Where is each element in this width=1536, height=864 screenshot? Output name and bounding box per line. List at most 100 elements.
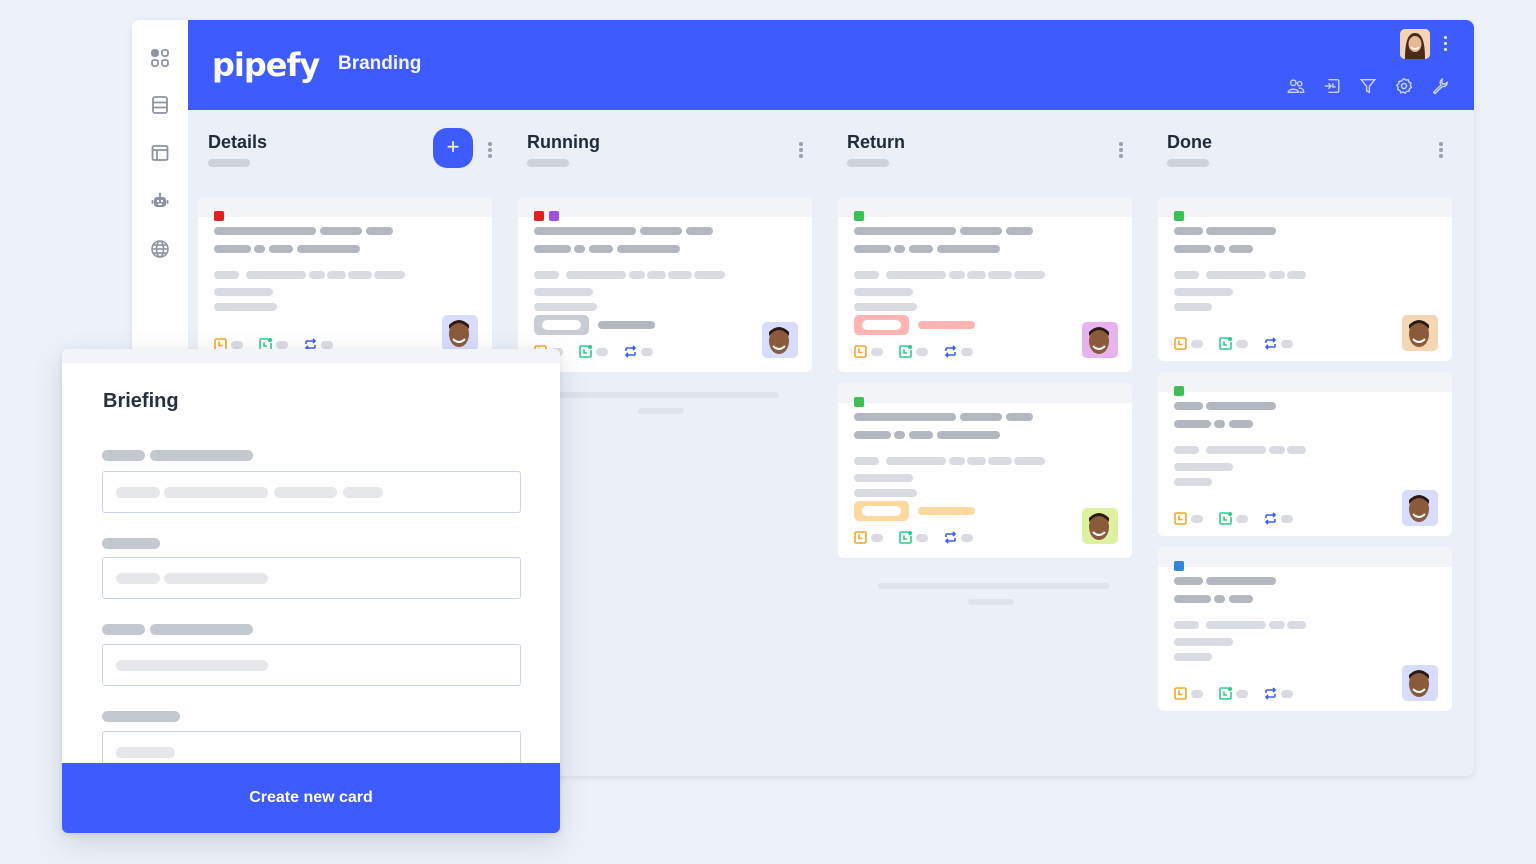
filter-icon[interactable] (1358, 76, 1378, 96)
repeat-icon (944, 345, 957, 358)
card-field-placeholder (254, 245, 265, 253)
card-tag-text-placeholder (918, 507, 975, 515)
assignee-avatar[interactable] (442, 315, 478, 351)
pipe-card[interactable] (198, 197, 492, 372)
card-field-placeholder (214, 303, 277, 311)
assignee-avatar[interactable] (1402, 315, 1438, 351)
card-field-placeholder (686, 227, 713, 235)
create-new-card-button[interactable]: Create new card (62, 763, 560, 833)
repeat-icon (1264, 512, 1277, 525)
card-label-tag (854, 397, 864, 407)
card-tag-text-placeholder (598, 321, 655, 329)
form-field-input[interactable] (102, 644, 521, 686)
robot-icon[interactable] (148, 189, 172, 213)
card-indicators (854, 345, 985, 358)
card-field-placeholder (309, 271, 325, 279)
phase-card-count-placeholder (1167, 159, 1209, 167)
card-field-placeholder (1206, 227, 1276, 235)
header-toolbar (1286, 76, 1450, 96)
add-card-button[interactable]: + (433, 128, 473, 168)
card-field-placeholder (246, 271, 306, 279)
card-field-placeholder (534, 288, 593, 296)
card-indicators (1174, 687, 1305, 700)
card-field-placeholder (1206, 402, 1276, 410)
phase-menu-kebab-icon[interactable] (799, 142, 803, 158)
card-field-placeholder (988, 457, 1012, 465)
phase-menu-kebab-icon[interactable] (488, 142, 492, 158)
card-field-placeholder (1174, 420, 1211, 428)
card-label-tag (549, 211, 559, 221)
card-field-placeholder (668, 271, 692, 279)
card-field-placeholder (1206, 577, 1276, 585)
card-field-placeholder (1206, 446, 1266, 454)
card-field-placeholder (1174, 227, 1203, 235)
import-history-icon[interactable] (1322, 76, 1342, 96)
phase-menu-kebab-icon[interactable] (1439, 142, 1443, 158)
settings-gear-icon[interactable] (1394, 76, 1414, 96)
card-field-placeholder (909, 431, 933, 439)
assignee-avatar[interactable] (762, 322, 798, 358)
form-field-input[interactable] (102, 557, 521, 599)
assignee-avatar[interactable] (1402, 490, 1438, 526)
card-field-placeholder (589, 245, 613, 253)
wrench-icon[interactable] (1430, 76, 1450, 96)
due-date-icon (1174, 337, 1187, 350)
card-field-placeholder (574, 245, 585, 253)
assignee-avatar[interactable] (1082, 322, 1118, 358)
card-field-placeholder (1174, 577, 1203, 585)
card-label-tag (1174, 211, 1184, 221)
pipe-card[interactable] (1158, 197, 1452, 361)
card-field-placeholder (949, 457, 965, 465)
card-field-placeholder (348, 271, 372, 279)
assignee-avatar[interactable] (1082, 508, 1118, 544)
user-avatar[interactable] (1400, 29, 1430, 59)
phase-menu-kebab-icon[interactable] (1119, 142, 1123, 158)
pipe-card[interactable] (518, 197, 812, 372)
card-field-placeholder (1229, 245, 1253, 253)
card-field-placeholder (566, 271, 626, 279)
card-label-tag (1174, 561, 1184, 571)
card-field-placeholder (1174, 463, 1233, 471)
card-field-placeholder (937, 245, 1000, 253)
column-end-placeholder (638, 408, 684, 414)
card-indicators (1174, 337, 1305, 350)
pipe-card[interactable] (1158, 547, 1452, 711)
card-field-placeholder (1174, 303, 1212, 311)
card-field-placeholder (617, 245, 680, 253)
field-label-placeholder (150, 450, 253, 461)
time-in-phase-icon (1219, 337, 1232, 350)
card-field-placeholder (967, 271, 986, 279)
apps-grid-icon[interactable] (148, 46, 172, 70)
form-field-input[interactable] (102, 471, 521, 513)
field-label-placeholder (102, 624, 145, 635)
due-date-icon (1174, 512, 1187, 525)
database-icon[interactable] (148, 93, 172, 117)
card-field-placeholder (967, 457, 986, 465)
phase-title: Running (527, 132, 600, 152)
card-field-placeholder (1174, 288, 1233, 296)
pipe-header: pipefy Branding (188, 20, 1474, 110)
card-field-placeholder (327, 271, 346, 279)
column-end-placeholder (968, 599, 1014, 605)
card-field-placeholder (694, 271, 725, 279)
user-menu-kebab-icon[interactable] (1444, 36, 1448, 52)
pipe-card[interactable] (838, 383, 1132, 558)
pipe-card[interactable] (1158, 372, 1452, 536)
card-field-placeholder (246, 227, 316, 235)
card-field-placeholder (894, 245, 905, 253)
form-title: Briefing (103, 390, 179, 412)
card-tag-text-placeholder (918, 321, 975, 329)
card-field-placeholder (1174, 245, 1211, 253)
card-field-placeholder (534, 245, 571, 253)
pipe-card[interactable] (838, 197, 1132, 372)
card-field-placeholder (886, 413, 956, 421)
card-field-placeholder (1287, 446, 1306, 454)
pipefy-logo[interactable]: pipefy (212, 46, 320, 84)
assignee-avatar[interactable] (1402, 665, 1438, 701)
globe-icon[interactable] (148, 237, 172, 261)
card-field-placeholder (566, 227, 636, 235)
layout-panel-icon[interactable] (148, 141, 172, 165)
card-label-tag (1174, 386, 1184, 396)
members-icon[interactable] (1286, 76, 1306, 96)
card-tag-badge (534, 315, 589, 335)
